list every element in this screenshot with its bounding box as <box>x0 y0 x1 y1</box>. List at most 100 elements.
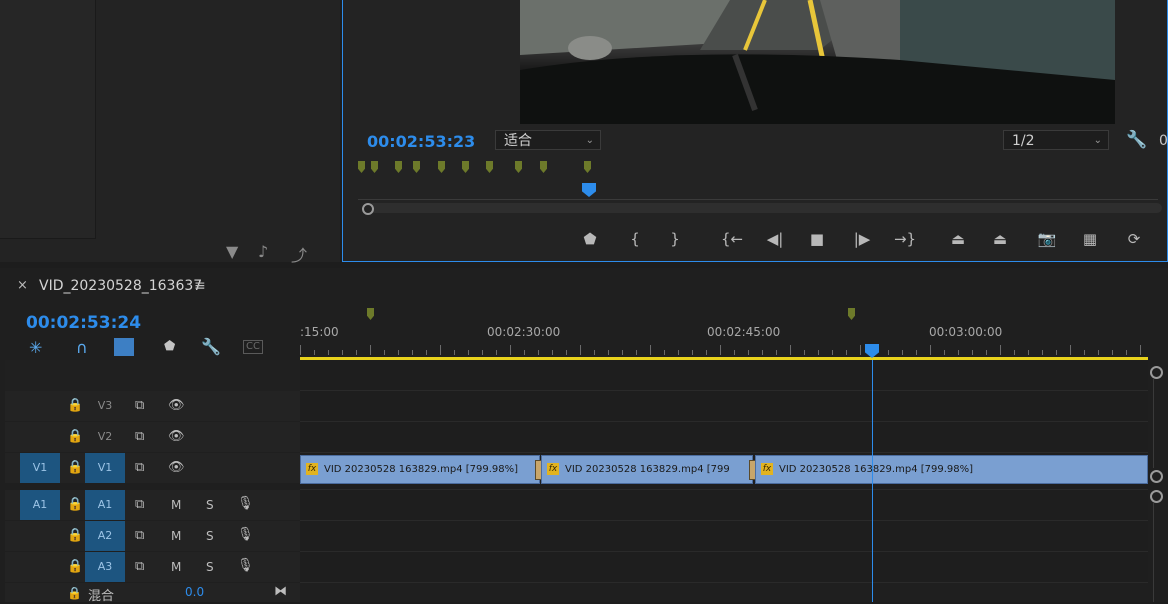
marker-icon[interactable]: ⬟ <box>164 339 175 354</box>
lock-icon[interactable]: 🔒 <box>67 497 83 512</box>
clip-name: VID 20230528 163829.mp4 [799.98%] <box>324 464 519 475</box>
sync-lock-icon[interactable]: ⧉ <box>135 460 144 475</box>
track-lane-v2[interactable] <box>300 422 1148 453</box>
loop-button[interactable]: ⟳ <box>1122 230 1146 248</box>
solo-button[interactable]: S <box>206 560 214 574</box>
lock-icon[interactable]: 🔒 <box>67 559 83 574</box>
mark-out-button[interactable]: } <box>663 230 687 248</box>
video-clip[interactable]: fx VID 20230528 163829.mp4 [799.98%] <box>300 455 540 484</box>
fit-dropdown[interactable]: 适合 ⌄ <box>495 130 601 150</box>
scroll-handle[interactable] <box>1150 490 1163 503</box>
program-marker[interactable] <box>462 161 469 173</box>
sequence-marker[interactable] <box>367 308 374 320</box>
track-lane-a3[interactable] <box>300 552 1148 583</box>
program-marker[interactable] <box>358 161 365 173</box>
lift-button[interactable]: ⏏ <box>946 230 970 248</box>
magnet-icon[interactable]: ∩ <box>76 338 88 357</box>
source-patch[interactable]: V1 <box>20 453 60 483</box>
close-tab-button[interactable]: × <box>17 278 28 293</box>
add-marker-button[interactable]: ⬟ <box>578 230 602 248</box>
zoom-scrollbar[interactable] <box>367 203 1162 213</box>
scroll-handle[interactable] <box>1150 366 1163 379</box>
export-frame-button[interactable]: 📷 <box>1035 230 1059 248</box>
mute-button[interactable]: M <box>171 498 181 512</box>
source-patch[interactable]: A1 <box>20 490 60 520</box>
track-target[interactable]: V1 <box>85 453 125 483</box>
lock-icon[interactable]: 🔒 <box>67 528 83 543</box>
source-patch[interactable] <box>20 521 60 551</box>
microphone-icon[interactable]: 🎙 <box>237 558 254 573</box>
mix-expand-icon[interactable]: ⧓ <box>274 584 287 599</box>
wrench-icon[interactable]: 🔧 <box>1126 130 1147 150</box>
go-to-in-button[interactable]: {← <box>720 230 744 248</box>
go-to-out-button[interactable]: →} <box>893 230 917 248</box>
mute-button[interactable]: M <box>171 560 181 574</box>
program-marker[interactable] <box>413 161 420 173</box>
sync-lock-icon[interactable]: ⧉ <box>135 497 144 512</box>
track-target[interactable]: A1 <box>85 490 125 520</box>
program-marker[interactable] <box>438 161 445 173</box>
mix-volume-value[interactable]: 0.0 <box>185 585 204 599</box>
filter-icon[interactable]: ▼ <box>226 242 238 261</box>
solo-button[interactable]: S <box>206 498 214 512</box>
lock-icon[interactable]: 🔒 <box>67 398 83 413</box>
mute-button[interactable]: M <box>171 529 181 543</box>
scroll-track[interactable] <box>1153 502 1154 602</box>
lock-icon[interactable]: 🔒 <box>67 586 82 600</box>
program-marker[interactable] <box>584 161 591 173</box>
track-lane-a2[interactable] <box>300 521 1148 552</box>
playhead-handle[interactable] <box>865 344 879 358</box>
step-forward-button[interactable]: |▶ <box>850 230 874 248</box>
lock-icon[interactable]: 🔒 <box>67 429 83 444</box>
stop-button[interactable]: ■ <box>805 230 829 248</box>
track-target[interactable]: A2 <box>85 521 125 551</box>
program-marker[interactable] <box>371 161 378 173</box>
video-clip[interactable]: fx VID 20230528 163829.mp4 [799.98%] <box>755 455 1148 484</box>
linked-selection-icon[interactable] <box>114 338 134 356</box>
wrench-icon[interactable]: 🔧 <box>201 337 221 356</box>
sync-lock-icon[interactable]: ⧉ <box>135 429 144 444</box>
track-target[interactable]: V3 <box>85 391 125 421</box>
program-marker[interactable] <box>515 161 522 173</box>
lock-icon[interactable]: 🔒 <box>67 460 83 475</box>
program-marker[interactable] <box>395 161 402 173</box>
source-patch[interactable] <box>20 422 60 452</box>
extract-button[interactable]: ⏏ <box>988 230 1012 248</box>
export-icon[interactable]: ⤴ <box>291 242 307 266</box>
time-ruler[interactable]: :15:00 00:02:30:00 00:02:45:00 00:03:00:… <box>300 298 1168 360</box>
timeline-timecode[interactable]: 00:02:53:24 <box>26 313 141 333</box>
mark-in-button[interactable]: { <box>623 230 647 248</box>
sequence-tab-title[interactable]: VID_20230528_163637 <box>39 278 202 294</box>
track-lane-a1[interactable] <box>300 490 1148 521</box>
captions-icon[interactable]: CC <box>243 340 263 354</box>
program-marker[interactable] <box>486 161 493 173</box>
sync-lock-icon[interactable]: ⧉ <box>135 398 144 413</box>
track-lane-v3[interactable] <box>300 391 1148 422</box>
microphone-icon[interactable]: 🎙 <box>237 496 254 511</box>
track-target[interactable]: V2 <box>85 422 125 452</box>
eye-icon[interactable]: 👁 <box>168 398 185 413</box>
eye-icon[interactable]: 👁 <box>168 429 185 444</box>
track-target[interactable]: A3 <box>85 552 125 582</box>
snap-icon[interactable]: ✳ <box>29 338 42 357</box>
solo-button[interactable]: S <box>206 529 214 543</box>
source-patch[interactable] <box>20 552 60 582</box>
audio-link-icon[interactable]: ♪ <box>258 242 268 261</box>
source-patch[interactable] <box>20 391 60 421</box>
sync-lock-icon[interactable]: ⧉ <box>135 559 144 574</box>
scroll-handle[interactable] <box>1150 470 1163 483</box>
tab-menu-icon[interactable]: ≡ <box>194 278 206 294</box>
microphone-icon[interactable]: 🎙 <box>237 527 254 542</box>
ruler-tick <box>902 350 903 355</box>
video-clip[interactable]: fx VID 20230528 163829.mp4 [799 <box>541 455 753 484</box>
eye-icon[interactable]: 👁 <box>168 460 185 475</box>
program-marker[interactable] <box>540 161 547 173</box>
resolution-dropdown[interactable]: 1/2 ⌄ <box>1003 130 1109 150</box>
scroll-track[interactable] <box>1153 378 1154 468</box>
program-timecode[interactable]: 00:02:53:23 <box>367 132 475 151</box>
sync-lock-icon[interactable]: ⧉ <box>135 528 144 543</box>
step-back-button[interactable]: ◀| <box>763 230 787 248</box>
compare-button[interactable]: ▦ <box>1078 230 1102 248</box>
zoom-handle[interactable] <box>362 203 374 215</box>
sequence-marker[interactable] <box>848 308 855 320</box>
